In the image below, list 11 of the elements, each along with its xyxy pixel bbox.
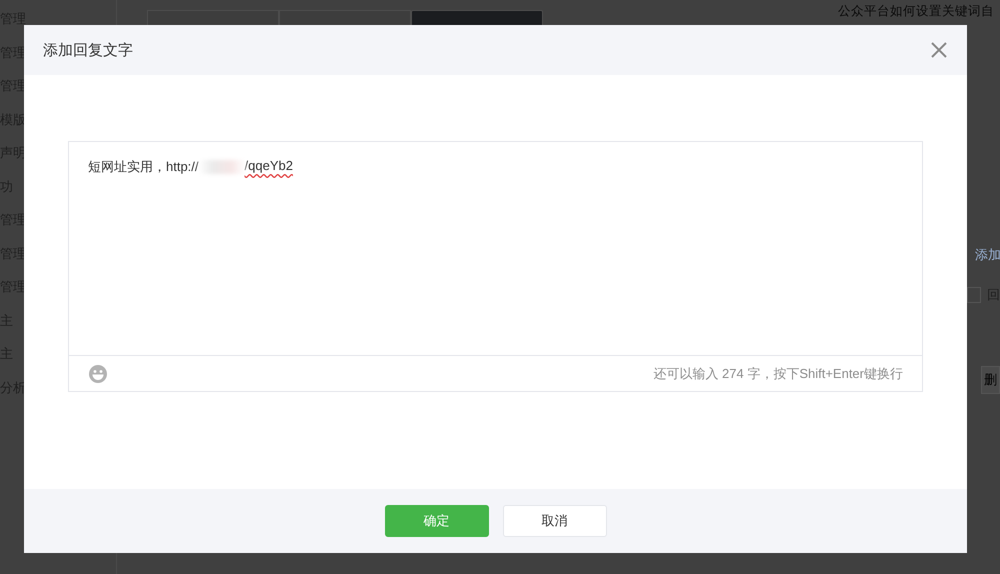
delete-button[interactable]: 删 xyxy=(981,366,1000,394)
message-text: 短网址实用，http:// xyxy=(88,158,199,176)
character-counter: 还可以输入 274 字，按下Shift+Enter键换行 xyxy=(653,364,903,382)
confirm-button[interactable]: 确定 xyxy=(384,505,488,537)
cancel-button[interactable]: 取消 xyxy=(502,505,606,537)
checkbox[interactable] xyxy=(967,287,981,303)
text-editor[interactable]: 短网址实用，http:// /qqeYb2 还可以输入 274 字，按下Shift+Enter键换行 xyxy=(68,141,923,392)
close-button[interactable] xyxy=(930,41,948,59)
add-link[interactable]: 添加 xyxy=(975,246,1000,264)
url-text: /qqeYb2 xyxy=(244,158,293,173)
dialog-title: 添加回复文字 xyxy=(43,40,133,60)
